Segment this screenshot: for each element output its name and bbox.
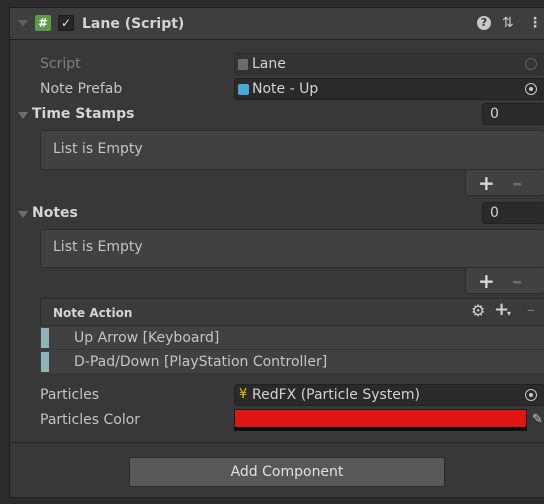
notes-foldout-icon[interactable] (18, 211, 28, 218)
gear-icon[interactable]: ⚙ (471, 302, 485, 320)
help-icon[interactable]: ? (477, 16, 491, 30)
time-stamps-add-remove: + – (465, 170, 544, 196)
eyedropper-icon[interactable]: ✎ (532, 411, 543, 429)
kebab-menu-icon[interactable]: ⋮ (528, 14, 542, 32)
script-value: Lane (252, 56, 286, 72)
binding-label: D-Pad/Down [PlayStation Controller] (74, 354, 328, 370)
foldout-arrow-icon[interactable] (18, 20, 28, 27)
add-element-button[interactable]: + (478, 271, 495, 291)
notes-add-remove: + – (465, 268, 544, 294)
binding-label: Up Arrow [Keyboard] (74, 330, 220, 346)
time-stamps-list: List is Empty (40, 130, 544, 170)
time-stamps-label[interactable]: Time Stamps (32, 105, 134, 123)
script-file-icon (238, 59, 248, 70)
notes-count: 0 (490, 205, 499, 221)
note-prefab-field[interactable]: Note - Up (234, 78, 544, 100)
prefab-cube-icon (238, 84, 249, 95)
particles-label: Particles (40, 387, 100, 403)
binding-row[interactable]: Up Arrow [Keyboard] (40, 326, 544, 350)
alpha-bar (235, 427, 526, 430)
script-label: Script (40, 56, 81, 72)
remove-element-button[interactable]: – (512, 271, 522, 291)
object-picker-icon[interactable] (525, 83, 537, 95)
remove-element-button[interactable]: – (512, 173, 522, 193)
script-field: Lane (234, 53, 544, 75)
object-picker-icon[interactable] (525, 389, 537, 401)
add-component-button[interactable]: Add Component (129, 457, 445, 487)
remove-binding-button[interactable]: – (527, 301, 535, 319)
note-action-label: Note Action (53, 306, 133, 320)
time-stamps-count: 0 (490, 106, 499, 122)
binding-indicator (41, 328, 49, 348)
time-stamps-size-field[interactable]: 0 (482, 103, 544, 125)
notes-empty-text: List is Empty (53, 239, 143, 255)
particles-field[interactable]: ¥ RedFX (Particle System) (234, 384, 544, 406)
component-title: Lane (Script) (82, 16, 185, 32)
particles-value: RedFX (Particle System) (252, 387, 420, 403)
notes-list: List is Empty (40, 229, 544, 268)
notes-label[interactable]: Notes (32, 204, 78, 222)
script-hash-icon: # (35, 15, 51, 31)
notes-size-field[interactable]: 0 (482, 202, 544, 224)
note-prefab-value: Note - Up (252, 81, 319, 97)
note-prefab-label: Note Prefab (40, 81, 123, 97)
time-stamps-foldout-icon[interactable] (18, 112, 28, 119)
particles-color-label: Particles Color (40, 412, 141, 428)
dropdown-arrow-icon[interactable]: ▾ (507, 305, 511, 323)
particle-system-icon: ¥ (239, 387, 248, 402)
note-action-header: Note Action ⚙ + ▾ – (40, 298, 544, 326)
object-picker-icon (525, 58, 537, 70)
binding-row[interactable]: D-Pad/Down [PlayStation Controller] (40, 350, 544, 374)
enabled-checkbox[interactable]: ✓ (58, 15, 74, 31)
inspector-panel: # ✓ Lane (Script) ? ⇅ ⋮ Script Lane Note… (9, 7, 544, 498)
particles-color-swatch[interactable] (234, 409, 527, 431)
presets-icon[interactable]: ⇅ (502, 14, 514, 32)
component-header[interactable]: # ✓ Lane (Script) ? ⇅ ⋮ (10, 8, 544, 40)
divider (10, 442, 544, 443)
binding-indicator (41, 352, 49, 372)
add-element-button[interactable]: + (478, 173, 495, 193)
time-stamps-empty-text: List is Empty (53, 141, 143, 157)
